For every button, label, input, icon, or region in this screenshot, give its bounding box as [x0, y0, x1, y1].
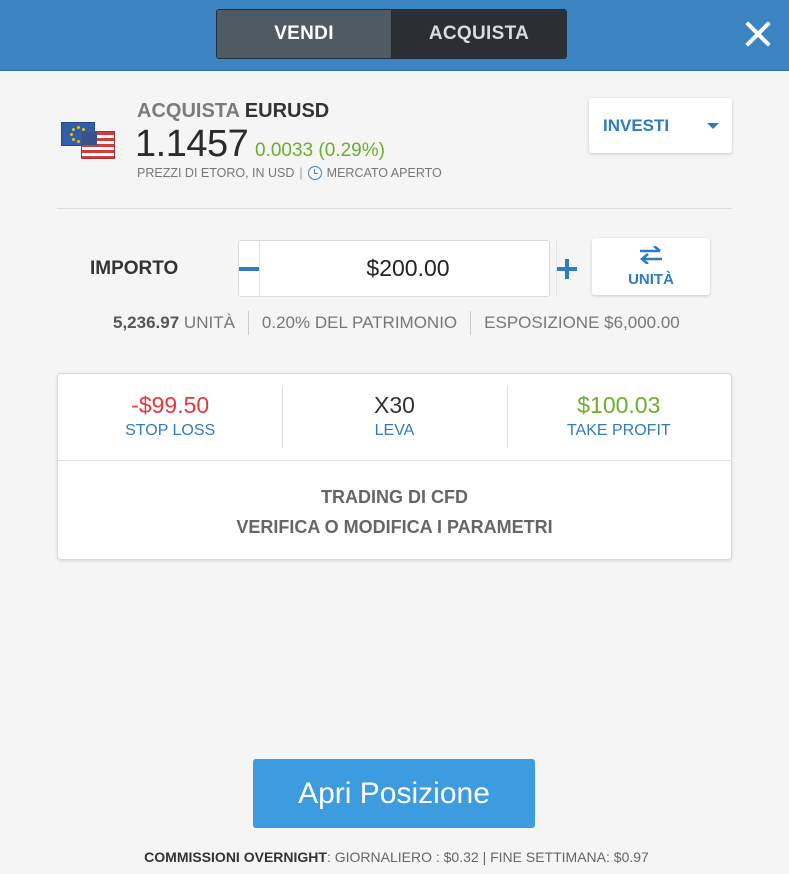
equity-stat: 0.20% DEL PATRIMONIO	[261, 313, 458, 332]
take-profit-button[interactable]: $100.03 TAKE PROFIT	[506, 374, 731, 460]
trade-params-row: -$99.50 STOP LOSS X30 LEVA $100.03 TAKE …	[58, 374, 731, 461]
buy-sell-toggle: VENDI ACQUISTA	[216, 9, 567, 59]
cfd-subtitle: VERIFICA O MODIFICA I PARAMETRI	[236, 517, 553, 537]
amount-label: IMPORTO	[90, 258, 179, 279]
amount-input[interactable]	[260, 241, 556, 296]
stat-divider	[470, 311, 472, 335]
increase-button[interactable]	[556, 241, 577, 296]
plus-icon	[557, 258, 577, 279]
instrument-price: 1.1457	[135, 123, 249, 165]
tab-buy[interactable]: ACQUISTA	[392, 10, 566, 58]
overnight-fees: COMMISSIONI OVERNIGHT: GIORNALIERO : $0.…	[0, 849, 789, 865]
stop-loss-value: -$99.50	[131, 392, 210, 418]
stop-loss-label: STOP LOSS	[125, 422, 216, 439]
minus-icon	[239, 266, 259, 271]
take-profit-label: TAKE PROFIT	[566, 422, 671, 439]
meta-separator: |	[299, 166, 303, 180]
units-value: 5,236.97	[113, 313, 180, 332]
exposure-stat: ESPOSIZIONE $6,000.00	[484, 313, 680, 332]
header: VENDI ACQUISTA	[0, 0, 789, 71]
leverage-label: LEVA	[374, 422, 415, 439]
leverage-button[interactable]: X30 LEVA	[282, 374, 506, 460]
stop-loss-button[interactable]: -$99.50 STOP LOSS	[58, 374, 282, 460]
daily-fee: : GIORNALIERO : $0.32	[326, 849, 479, 865]
units-toggle-button[interactable]: UNITÀ	[592, 238, 710, 295]
overnight-fees-title: COMMISSIONI OVERNIGHT	[144, 849, 327, 865]
clock-icon	[307, 166, 322, 180]
instrument-symbol: EURUSD	[244, 100, 330, 122]
decrease-button[interactable]	[239, 241, 260, 296]
units-button-label: UNITÀ	[628, 271, 674, 288]
take-profit-value: $100.03	[577, 392, 661, 418]
instrument-title: ACQUISTA EURUSD	[137, 100, 329, 123]
divider	[57, 208, 732, 209]
amount-stepper	[238, 240, 577, 297]
instrument-flags	[61, 122, 117, 162]
chevron-down-icon	[707, 123, 719, 129]
weekend-fee: | FINE SETTIMANA: $0.97	[482, 849, 649, 865]
open-position-button[interactable]: Apri Posizione	[253, 759, 535, 828]
market-status: MERCATO APERTO	[326, 166, 442, 180]
amount-stats: 5,236.97 UNITÀ 0.20% DEL PATRIMONIO ESPO…	[113, 311, 680, 335]
price-meta: PREZZI DI ETORO, IN USD | MERCATO APERTO	[137, 166, 442, 180]
us-flag-icon	[81, 131, 115, 159]
units-stat: 5,236.97 UNITÀ	[113, 313, 235, 333]
swap-icon	[639, 246, 662, 264]
leverage-value: X30	[374, 392, 415, 418]
cfd-settings-link[interactable]: TRADING DI CFD VERIFICA O MODIFICA I PAR…	[58, 482, 731, 542]
units-label: UNITÀ	[183, 313, 235, 332]
cfd-title: TRADING DI CFD	[321, 487, 468, 507]
invest-dropdown[interactable]: INVESTI	[589, 98, 732, 153]
close-icon[interactable]	[740, 16, 776, 52]
trade-action: ACQUISTA	[137, 100, 240, 122]
prices-note: PREZZI DI ETORO, IN USD	[137, 166, 295, 180]
invest-dropdown-label: INVESTI	[603, 115, 670, 135]
tab-sell[interactable]: VENDI	[217, 10, 392, 58]
stat-divider	[247, 311, 249, 335]
trade-params-panel: -$99.50 STOP LOSS X30 LEVA $100.03 TAKE …	[57, 373, 732, 560]
price-change: 0.0033 (0.29%)	[255, 140, 385, 161]
